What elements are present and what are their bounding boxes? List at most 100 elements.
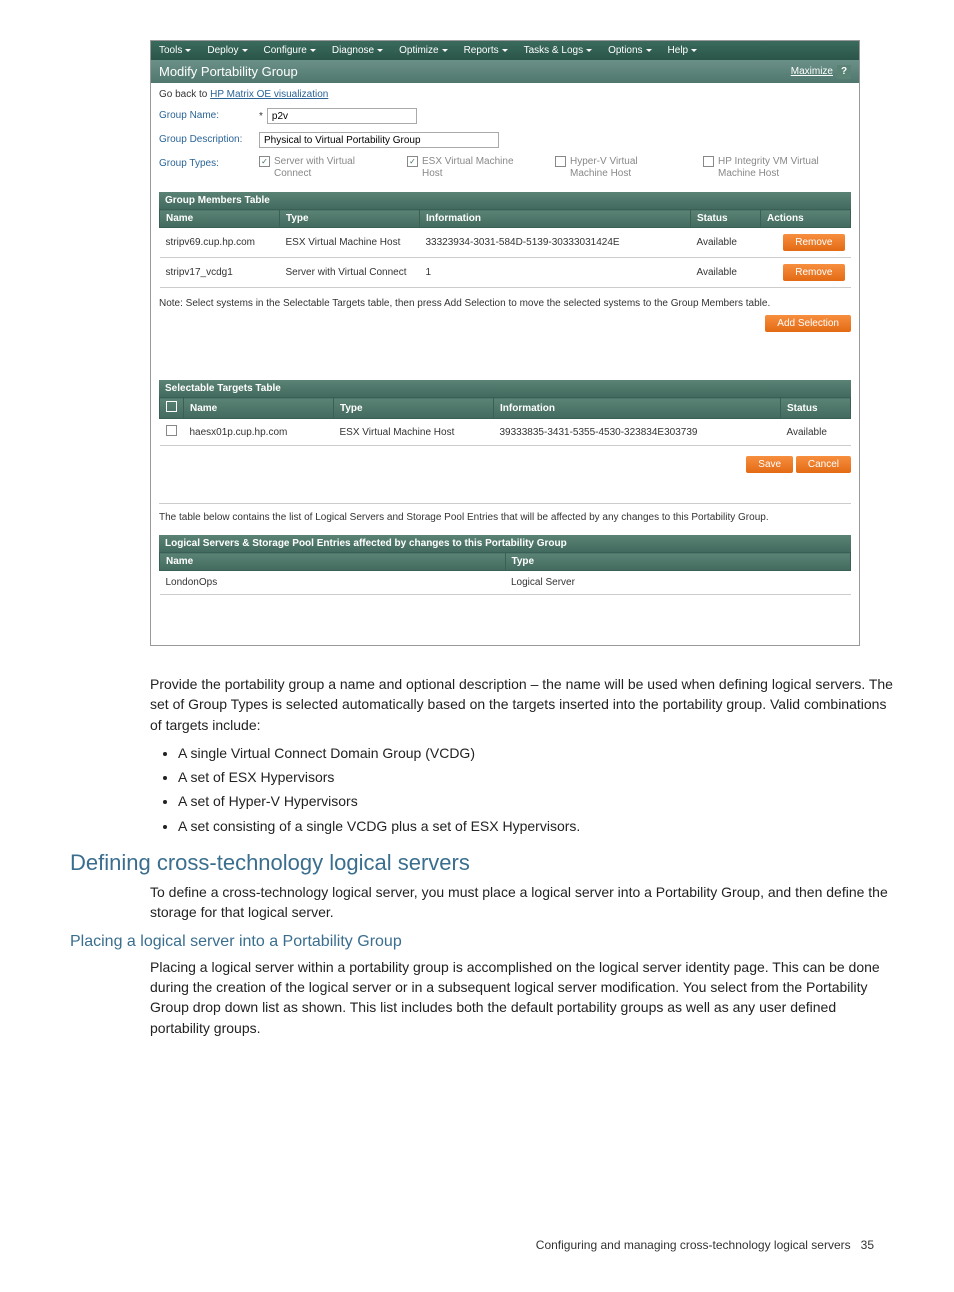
group-desc-label: Group Description: <box>159 132 259 145</box>
cell-info: 1 <box>420 258 691 288</box>
selectable-targets-table: Name Type Information Status haesx01p.cu… <box>159 397 851 446</box>
page-number: 35 <box>861 1238 874 1252</box>
caret-icon <box>310 49 316 52</box>
group-types-label: Group Types: <box>159 156 259 169</box>
menu-tools[interactable]: Tools <box>151 41 199 60</box>
cell-name: haesx01p.cup.hp.com <box>184 419 334 446</box>
cancel-button[interactable]: Cancel <box>796 456 851 473</box>
list-item: A set consisting of a single VCDG plus a… <box>178 816 894 836</box>
required-asterisk: * <box>259 111 263 122</box>
cell-status: Available <box>691 228 761 258</box>
selection-note: Note: Select systems in the Selectable T… <box>159 298 851 309</box>
col-type: Type <box>280 210 420 228</box>
menu-optimize[interactable]: Optimize <box>391 41 455 60</box>
col-select <box>160 398 184 419</box>
menu-label: Tasks & Logs <box>524 45 583 56</box>
paragraph-placing: Placing a logical server within a portab… <box>150 957 894 1038</box>
col-name: Name <box>160 210 280 228</box>
caret-icon <box>502 49 508 52</box>
intro-paragraph: Provide the portability group a name and… <box>150 674 894 735</box>
col-status: Status <box>691 210 761 228</box>
cell-status: Available <box>691 258 761 288</box>
logical-servers-note: The table below contains the list of Log… <box>159 512 851 523</box>
col-name: Name <box>160 553 506 571</box>
checkbox-label: ESX Virtual Machine Host <box>422 156 527 180</box>
cell-type: ESX Virtual Machine Host <box>280 228 420 258</box>
checkbox-hp-integrity-vm-host <box>703 156 714 167</box>
col-actions: Actions <box>761 210 851 228</box>
cell-status: Available <box>781 419 851 446</box>
document-body: Provide the portability group a name and… <box>150 674 894 836</box>
page-title: Modify Portability Group <box>159 64 298 79</box>
caret-icon <box>691 49 697 52</box>
menu-label: Deploy <box>207 45 238 56</box>
checkbox-esx-vm-host <box>407 156 418 167</box>
paragraph-defining: To define a cross-technology logical ser… <box>150 882 894 923</box>
menu-configure[interactable]: Configure <box>256 41 324 60</box>
caret-icon <box>646 49 652 52</box>
main-menu-bar: Tools Deploy Configure Diagnose Optimize… <box>151 41 859 60</box>
modify-portability-group-screenshot: Tools Deploy Configure Diagnose Optimize… <box>150 40 860 646</box>
group-name-input[interactable] <box>267 108 417 124</box>
logical-servers-table: Name Type LondonOps Logical Server <box>159 552 851 595</box>
menu-diagnose[interactable]: Diagnose <box>324 41 391 60</box>
caret-icon <box>242 49 248 52</box>
back-prefix: Go back to <box>159 89 210 100</box>
menu-label: Help <box>668 45 689 56</box>
logical-servers-header: Logical Servers & Storage Pool Entries a… <box>159 535 851 552</box>
menu-label: Options <box>608 45 642 56</box>
back-link[interactable]: HP Matrix OE visualization <box>210 89 328 100</box>
menu-deploy[interactable]: Deploy <box>199 41 255 60</box>
menu-reports[interactable]: Reports <box>456 41 516 60</box>
save-button[interactable]: Save <box>746 456 793 473</box>
table-row: haesx01p.cup.hp.com ESX Virtual Machine … <box>160 419 851 446</box>
col-type: Type <box>334 398 494 419</box>
col-name: Name <box>184 398 334 419</box>
footer-text: Configuring and managing cross-technolog… <box>536 1238 851 1252</box>
table-row: stripv69.cup.hp.com ESX Virtual Machine … <box>160 228 851 258</box>
cell-type: Logical Server <box>505 571 851 595</box>
caret-icon <box>377 49 383 52</box>
table-row: LondonOps Logical Server <box>160 571 851 595</box>
list-item: A single Virtual Connect Domain Group (V… <box>178 743 894 763</box>
page-footer: Configuring and managing cross-technolog… <box>110 1238 894 1252</box>
col-information: Information <box>494 398 781 419</box>
checkbox-label: Hyper-V Virtual Machine Host <box>570 156 675 180</box>
caret-icon <box>586 49 592 52</box>
group-types-checkboxes: Server with Virtual Connect ESX Virtual … <box>259 156 851 180</box>
cell-name: stripv17_vcdg1 <box>160 258 280 288</box>
group-desc-input[interactable] <box>259 132 499 148</box>
remove-button[interactable]: Remove <box>783 234 844 251</box>
selectable-targets-header: Selectable Targets Table <box>159 380 851 397</box>
cell-type: ESX Virtual Machine Host <box>334 419 494 446</box>
help-icon[interactable]: ? <box>837 65 851 79</box>
cell-name: LondonOps <box>160 571 506 595</box>
menu-label: Reports <box>464 45 499 56</box>
menu-label: Configure <box>264 45 307 56</box>
menu-help[interactable]: Help <box>660 41 706 60</box>
page-title-bar: Modify Portability Group Maximize ? <box>151 60 859 83</box>
checkbox-server-virtual-connect <box>259 156 270 167</box>
select-all-checkbox[interactable] <box>166 401 177 412</box>
list-item: A set of Hyper-V Hypervisors <box>178 791 894 811</box>
menu-options[interactable]: Options <box>600 41 659 60</box>
menu-tasks-logs[interactable]: Tasks & Logs <box>516 41 600 60</box>
col-status: Status <box>781 398 851 419</box>
remove-button[interactable]: Remove <box>783 264 844 281</box>
row-checkbox[interactable] <box>166 425 177 436</box>
menu-label: Optimize <box>399 45 438 56</box>
checkbox-hyperv-vm-host <box>555 156 566 167</box>
caret-icon <box>185 49 191 52</box>
table-row: stripv17_vcdg1 Server with Virtual Conne… <box>160 258 851 288</box>
checkbox-label: Server with Virtual Connect <box>274 156 379 180</box>
checkbox-label: HP Integrity VM Virtual Machine Host <box>718 156 823 180</box>
add-selection-button[interactable]: Add Selection <box>765 315 851 332</box>
group-members-table: Name Type Information Status Actions str… <box>159 209 851 288</box>
heading-defining: Defining cross-technology logical server… <box>70 850 894 876</box>
caret-icon <box>442 49 448 52</box>
cell-info: 39333835-3431-5355-4530-323834E303739 <box>494 419 781 446</box>
maximize-link[interactable]: Maximize <box>791 66 833 77</box>
menu-label: Tools <box>159 45 182 56</box>
cell-info: 33323934-3031-584D-5139-30333031424E <box>420 228 691 258</box>
valid-combinations-list: A single Virtual Connect Domain Group (V… <box>150 743 894 836</box>
